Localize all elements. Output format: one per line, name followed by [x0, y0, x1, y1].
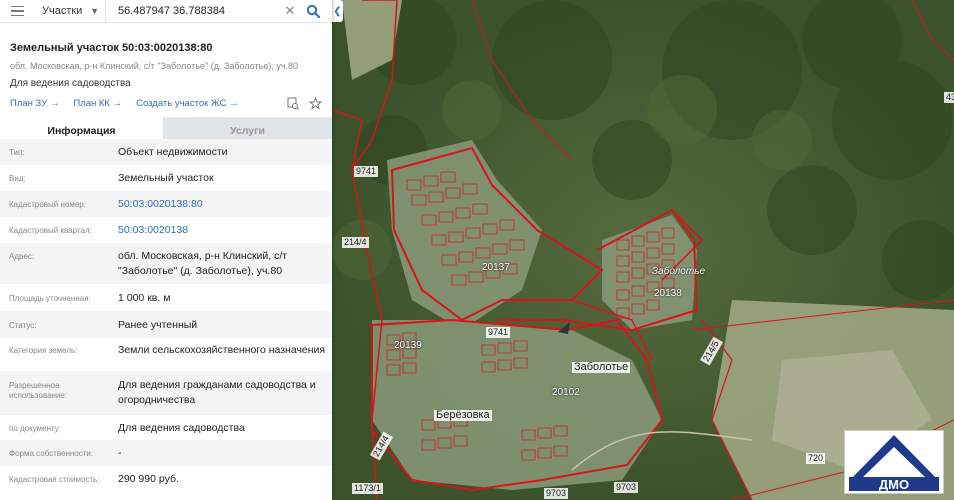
- map-label-9741-mid: 9741: [486, 327, 511, 338]
- row-label: Кадастровый квартал:: [9, 226, 92, 235]
- table-row: Кадастровый квартал: 50:03:0020138: [0, 217, 332, 243]
- object-purpose-subtitle: Для ведения садоводства: [10, 78, 131, 89]
- row-label: Форма собственности:: [9, 449, 94, 458]
- row-value: обл. Московская, р-н Клинский, с/т "Забо…: [118, 250, 288, 277]
- chevron-down-icon: ▼: [90, 6, 99, 16]
- row-label: Адрес:: [9, 252, 35, 261]
- map-label-20139: 20139: [394, 340, 422, 351]
- row-value: 1 000 кв. м: [118, 292, 171, 304]
- row-label: по документу:: [9, 424, 61, 433]
- row-value: 290 990 руб.: [118, 473, 179, 485]
- row-value: -: [118, 447, 122, 459]
- search-type-value: Участки: [42, 5, 83, 17]
- map-label-1173-1: 1173/1: [352, 483, 383, 494]
- search-input[interactable]: [106, 0, 280, 22]
- table-row: Вид: Земельный участок: [0, 165, 332, 191]
- row-value: Земли сельскохозяйственного назначения: [118, 344, 326, 356]
- row-value: Объект недвижимости: [118, 146, 228, 158]
- guild-logo: ДМО: [844, 430, 944, 494]
- table-row: Форма собственности: -: [0, 440, 332, 466]
- chevron-left-icon: ❮: [333, 5, 342, 17]
- row-value: Земельный участок: [118, 172, 214, 184]
- map-label-9703-right: 9703: [614, 482, 639, 493]
- table-row: Кадастровая стоимость: 290 990 руб.: [0, 466, 332, 492]
- cadastral-number-link[interactable]: 50:03:0020138:80: [110, 197, 332, 217]
- table-row: по документу: Для ведения садоводства: [0, 415, 332, 440]
- clear-search-button[interactable]: ✕: [280, 3, 300, 19]
- attribute-table: Тип: Объект недвижимости Вид: Земельный …: [0, 139, 332, 492]
- plan-zu-link[interactable]: План ЗУ →: [10, 98, 59, 109]
- row-label: Тип:: [9, 148, 25, 157]
- table-row: Площадь уточненная: 1 000 кв. м: [0, 284, 332, 311]
- search-bar: Участки ▼ ✕: [0, 0, 332, 23]
- row-label: Разрешенное использование:: [9, 381, 68, 400]
- row-label: Кадастровый номер:: [9, 200, 86, 209]
- search-type-select[interactable]: Участки ▼: [34, 0, 106, 22]
- table-row: Тип: Объект недвижимости: [0, 139, 332, 165]
- map-label-43: 43: [944, 92, 954, 103]
- cadastral-quarter-link[interactable]: 50:03:0020138: [110, 223, 332, 243]
- row-label: Кадастровая стоимость:: [9, 475, 100, 484]
- table-row: Категория земель: Земли сельскохозяйстве…: [0, 338, 332, 371]
- map-label-berezovka: Берёзовка: [434, 409, 492, 421]
- create-parcel-link[interactable]: Создать участок ЖС →: [136, 98, 238, 109]
- map-label-zabolotye: Заболотье: [572, 361, 631, 373]
- row-label: Вид:: [9, 174, 26, 183]
- object-address-subtitle: обл. Московская, р-н Клинский, с/т "Забо…: [10, 61, 299, 71]
- menu-button[interactable]: [0, 0, 34, 22]
- row-label: Площадь уточненная:: [9, 294, 91, 303]
- row-label: Статус:: [9, 321, 37, 330]
- search-button[interactable]: [300, 4, 326, 18]
- map-label-9703-left: 9703: [544, 488, 569, 499]
- map-view[interactable]: 9741 214/4 20137 9741 20138 Заболотье 20…: [332, 0, 954, 500]
- search-icon: [306, 4, 320, 18]
- table-row: Разрешенное использование: Для ведения г…: [0, 371, 332, 415]
- table-row: Адрес: обл. Московская, р-н Клинский, с/…: [0, 243, 332, 284]
- map-label-20137: 20137: [482, 262, 510, 273]
- collapse-panel-button[interactable]: ❮: [332, 0, 343, 22]
- satellite-map: [332, 0, 954, 500]
- row-value: Для ведения гражданами садоводства и ого…: [118, 379, 316, 406]
- object-header: Земельный участок 50:03:0020138:80 обл. …: [0, 23, 332, 110]
- plan-kk-link[interactable]: План КК →: [73, 98, 122, 109]
- map-label-9741-top: 9741: [354, 166, 379, 177]
- map-label-20102: 20102: [552, 387, 580, 398]
- close-icon: ✕: [284, 3, 296, 18]
- row-label: Категория земель:: [9, 346, 78, 355]
- map-label-20138: 20138: [654, 288, 682, 299]
- map-label-zabolotye-top: Заболотье: [652, 266, 706, 277]
- menu-icon: [10, 5, 24, 8]
- object-title: Земельный участок 50:03:0020138:80: [10, 42, 213, 54]
- row-value: Ранее учтенный: [118, 319, 198, 331]
- action-links: План ЗУ → План КК → Создать участок ЖС →: [10, 97, 322, 110]
- star-icon[interactable]: [309, 97, 322, 110]
- print-icon[interactable]: [286, 97, 299, 110]
- table-row: Статус: Ранее учтенный: [0, 311, 332, 338]
- map-label-214-4-top: 214/4: [342, 237, 369, 248]
- info-panel: Участки ▼ ✕ Земельный участок 50:03:0020…: [0, 0, 332, 500]
- map-label-720: 720: [806, 453, 826, 464]
- table-row: Кадастровый номер: 50:03:0020138:80: [0, 191, 332, 217]
- row-value: Для ведения садоводства: [118, 422, 245, 434]
- logo-letters: ДМО: [879, 477, 909, 492]
